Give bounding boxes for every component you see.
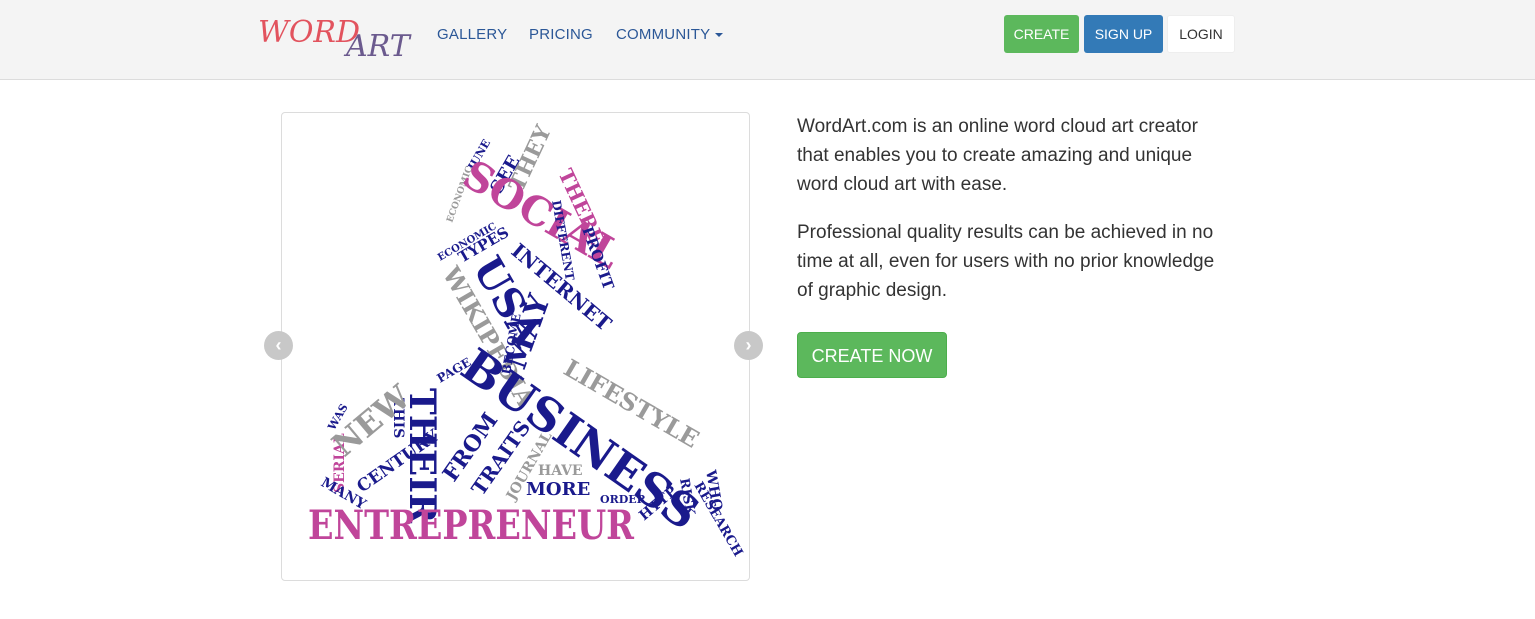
logo-word: WORD (258, 15, 360, 50)
login-button[interactable]: LOGIN (1167, 15, 1235, 53)
cloud-word-more: MORE (526, 479, 590, 500)
sign-up-button[interactable]: SIGN UP (1084, 15, 1163, 53)
nav-community-dropdown[interactable]: COMMUNITY (616, 26, 724, 43)
wordart-logo[interactable]: WORD ART (254, 10, 414, 66)
chevron-right-icon: › (745, 335, 752, 355)
quality-paragraph: Professional quality results can be achi… (797, 222, 1215, 301)
cloud-word-have: HAVE (538, 463, 583, 479)
create-button[interactable]: CREATE (1004, 15, 1079, 53)
cloud-word-entrepreneur: ENTREPRENEUR (308, 502, 635, 549)
nav-community-label: COMMUNITY (616, 26, 711, 43)
top-navbar: WORD ART GALLERY PRICING COMMUNITY CREAT… (0, 0, 1535, 80)
carousel-next-button[interactable]: › (734, 331, 763, 360)
nav-pricing-link[interactable]: PRICING (529, 26, 593, 43)
carousel-prev-button[interactable]: ‹ (264, 331, 293, 360)
chevron-left-icon: ‹ (275, 335, 282, 355)
word-cloud-image: ECONOMIC JUNE SEE THEY THERE SOCIAL DIFF… (308, 121, 745, 559)
caret-down-icon (715, 33, 724, 38)
intro-paragraph: WordArt.com is an online word cloud art … (797, 116, 1198, 195)
create-now-button[interactable]: CREATE NOW (797, 332, 947, 378)
nav-gallery-link[interactable]: GALLERY (437, 26, 507, 43)
logo-art: ART (343, 29, 412, 64)
gallery-carousel: ECONOMIC JUNE SEE THEY THERE SOCIAL DIFF… (281, 112, 750, 581)
